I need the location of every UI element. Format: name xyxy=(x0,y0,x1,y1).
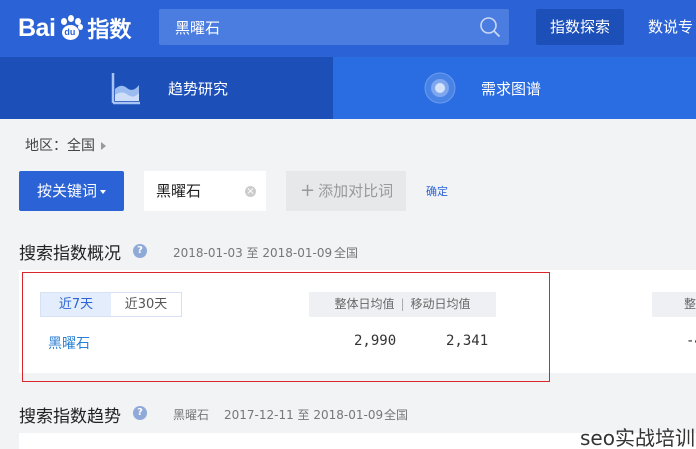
search-box xyxy=(159,9,509,45)
keyword-mode-button[interactable]: 按关键词 xyxy=(19,171,124,211)
trend-region: 全国 xyxy=(384,408,409,422)
keyword-chip-label: 黑曜石 xyxy=(156,182,202,200)
demand-graph-icon xyxy=(424,72,456,104)
trend-date-range: 2017-12-11 至 2018-01-09 xyxy=(224,408,384,422)
search-input[interactable] xyxy=(159,9,469,45)
index-explore-button[interactable]: 指数探索 xyxy=(536,9,624,45)
highlight-box xyxy=(22,272,550,382)
trend-title: 搜索指数趋势 xyxy=(19,407,121,427)
watermark-text: seo实战培训 xyxy=(580,426,695,449)
caret-right-icon xyxy=(101,142,106,150)
help-icon[interactable]: ? xyxy=(133,244,147,258)
overview-region: 全国 xyxy=(334,246,359,260)
add-compare-label: 添加对比词 xyxy=(318,182,394,200)
add-compare-button[interactable]: + 添加对比词 xyxy=(286,171,406,211)
column-header-extra: 整 xyxy=(652,292,696,317)
col-extra-label: 整 xyxy=(684,297,696,311)
keyword-chip[interactable]: 黑曜石 × xyxy=(144,171,266,211)
overview-title: 搜索指数概况 xyxy=(19,244,121,264)
plus-icon: + xyxy=(300,180,316,201)
region-label: 地区：全国 xyxy=(25,138,95,154)
help-icon-trend[interactable]: ? xyxy=(133,406,147,420)
tab-trend-research[interactable]: 趋势研究 xyxy=(0,57,333,119)
region-selector[interactable]: 地区：全国 xyxy=(25,135,106,155)
tab-trend-research-label: 趋势研究 xyxy=(168,79,229,98)
keyword-mode-label: 按关键词 xyxy=(36,182,97,200)
tab-demand-graph[interactable]: 需求图谱 xyxy=(333,57,696,119)
paw-icon: du xyxy=(57,15,84,41)
overview-date-range: 2018-01-03 至 2018-01-09 xyxy=(173,246,333,260)
confirm-link[interactable]: 确定 xyxy=(426,183,448,199)
trend-keyword: 黑曜石 xyxy=(173,408,210,422)
trend-chart-icon xyxy=(111,73,140,105)
remove-icon[interactable]: × xyxy=(245,186,256,197)
tab-bar: 趋势研究 需求图谱 xyxy=(0,57,696,119)
logo-paw-text: du xyxy=(64,27,76,37)
top-bar: Bai du 指数 指数探索 数说专 xyxy=(0,0,696,57)
logo-suffix: 指数 xyxy=(87,18,132,43)
data-talk-link[interactable]: 数说专 xyxy=(648,9,693,45)
baidu-index-logo[interactable]: Bai du 指数 xyxy=(18,8,131,48)
extra-value: -4 xyxy=(686,333,696,349)
logo-text: Bai xyxy=(18,13,56,42)
dropdown-arrow-icon xyxy=(100,189,106,194)
tab-demand-graph-label: 需求图谱 xyxy=(481,79,542,98)
search-icon[interactable] xyxy=(479,16,501,38)
